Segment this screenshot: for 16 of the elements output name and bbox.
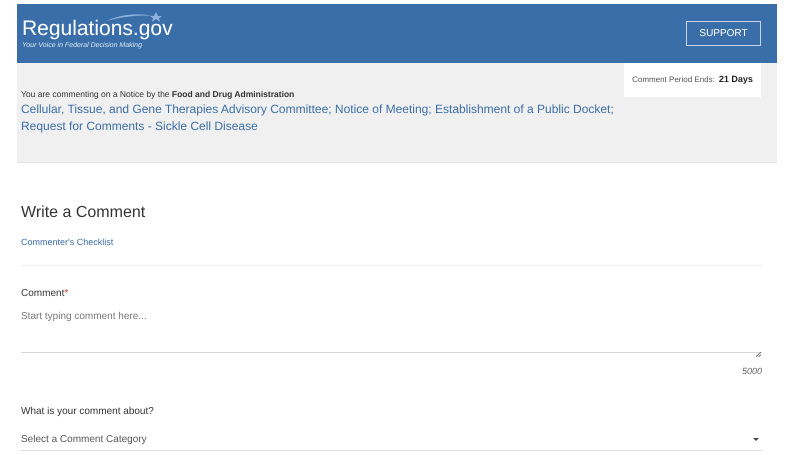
comment-period-label: Comment Period Ends: [632,74,715,86]
comment-textarea[interactable]: Start typing comment here... [21,309,762,353]
caret-icon [753,438,759,440]
form-heading: Write a Comment [21,203,146,223]
category-label: What is your comment about? [21,404,155,418]
character-counter: 5000 [742,365,762,378]
required-mark: * [64,287,68,301]
site-logo[interactable]: Regulations.gov [22,17,173,41]
resize-grip-icon[interactable] [756,352,761,357]
comment-label: Comment [21,287,64,301]
notice-title-link[interactable]: Cellular, Tissue, and Gene Therapies Advisory Committee; Notice of Meeting; Establishment of a Public Docket; Request for Comments - Sickle Cell Disease [21,101,631,135]
notice-intro: You are commenting on a Notice by the Food and Drug Administration [21,88,296,100]
checklist-link[interactable]: Commenter's Checklist [21,237,114,247]
support-button[interactable]: SUPPORT [686,21,761,46]
category-select[interactable]: Select a Comment Category [21,428,762,450]
comment-period-value: 21 Days [718,73,753,86]
